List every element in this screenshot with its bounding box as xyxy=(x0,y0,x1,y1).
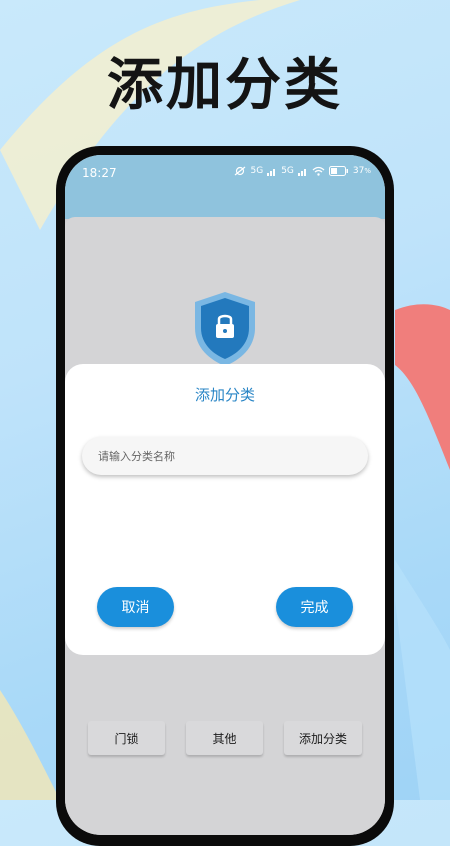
category-item-other[interactable]: 其他 xyxy=(186,721,263,755)
network-5g-label-2: 5G xyxy=(281,166,294,176)
category-name-input[interactable] xyxy=(82,437,368,475)
done-button[interactable]: 完成 xyxy=(276,587,353,627)
category-name-field-wrapper xyxy=(82,437,368,475)
category-item-add[interactable]: 添加分类 xyxy=(284,721,362,755)
alarm-off-icon xyxy=(235,166,246,176)
signal-icon xyxy=(267,168,276,176)
wifi-icon xyxy=(312,166,325,176)
shield-lock-icon xyxy=(195,292,255,366)
battery-percent: 37% xyxy=(352,166,371,176)
category-list: 门锁 其他 添加分类 xyxy=(88,721,362,755)
network-5g-label-1: 5G xyxy=(250,166,264,176)
status-time: 18:27 xyxy=(82,166,117,180)
add-category-dialog: 添加分类 取消 完成 xyxy=(65,364,385,655)
page-headline: 添加分类 xyxy=(107,53,343,118)
category-item-door-lock[interactable]: 门锁 xyxy=(88,721,165,755)
signal-icon-2 xyxy=(297,168,306,176)
dialog-title: 添加分类 xyxy=(194,386,255,404)
cancel-button[interactable]: 取消 xyxy=(97,587,174,627)
status-icons: 5G 5G 37% xyxy=(234,166,371,176)
phone-screen: 18:27 5G 5G 37% 门锁 其他 添加分类 添加分类 请输入分类名称 … xyxy=(65,155,385,835)
battery-icon xyxy=(328,166,348,176)
status-bar: 18:27 5G 5G 37% xyxy=(65,155,385,219)
